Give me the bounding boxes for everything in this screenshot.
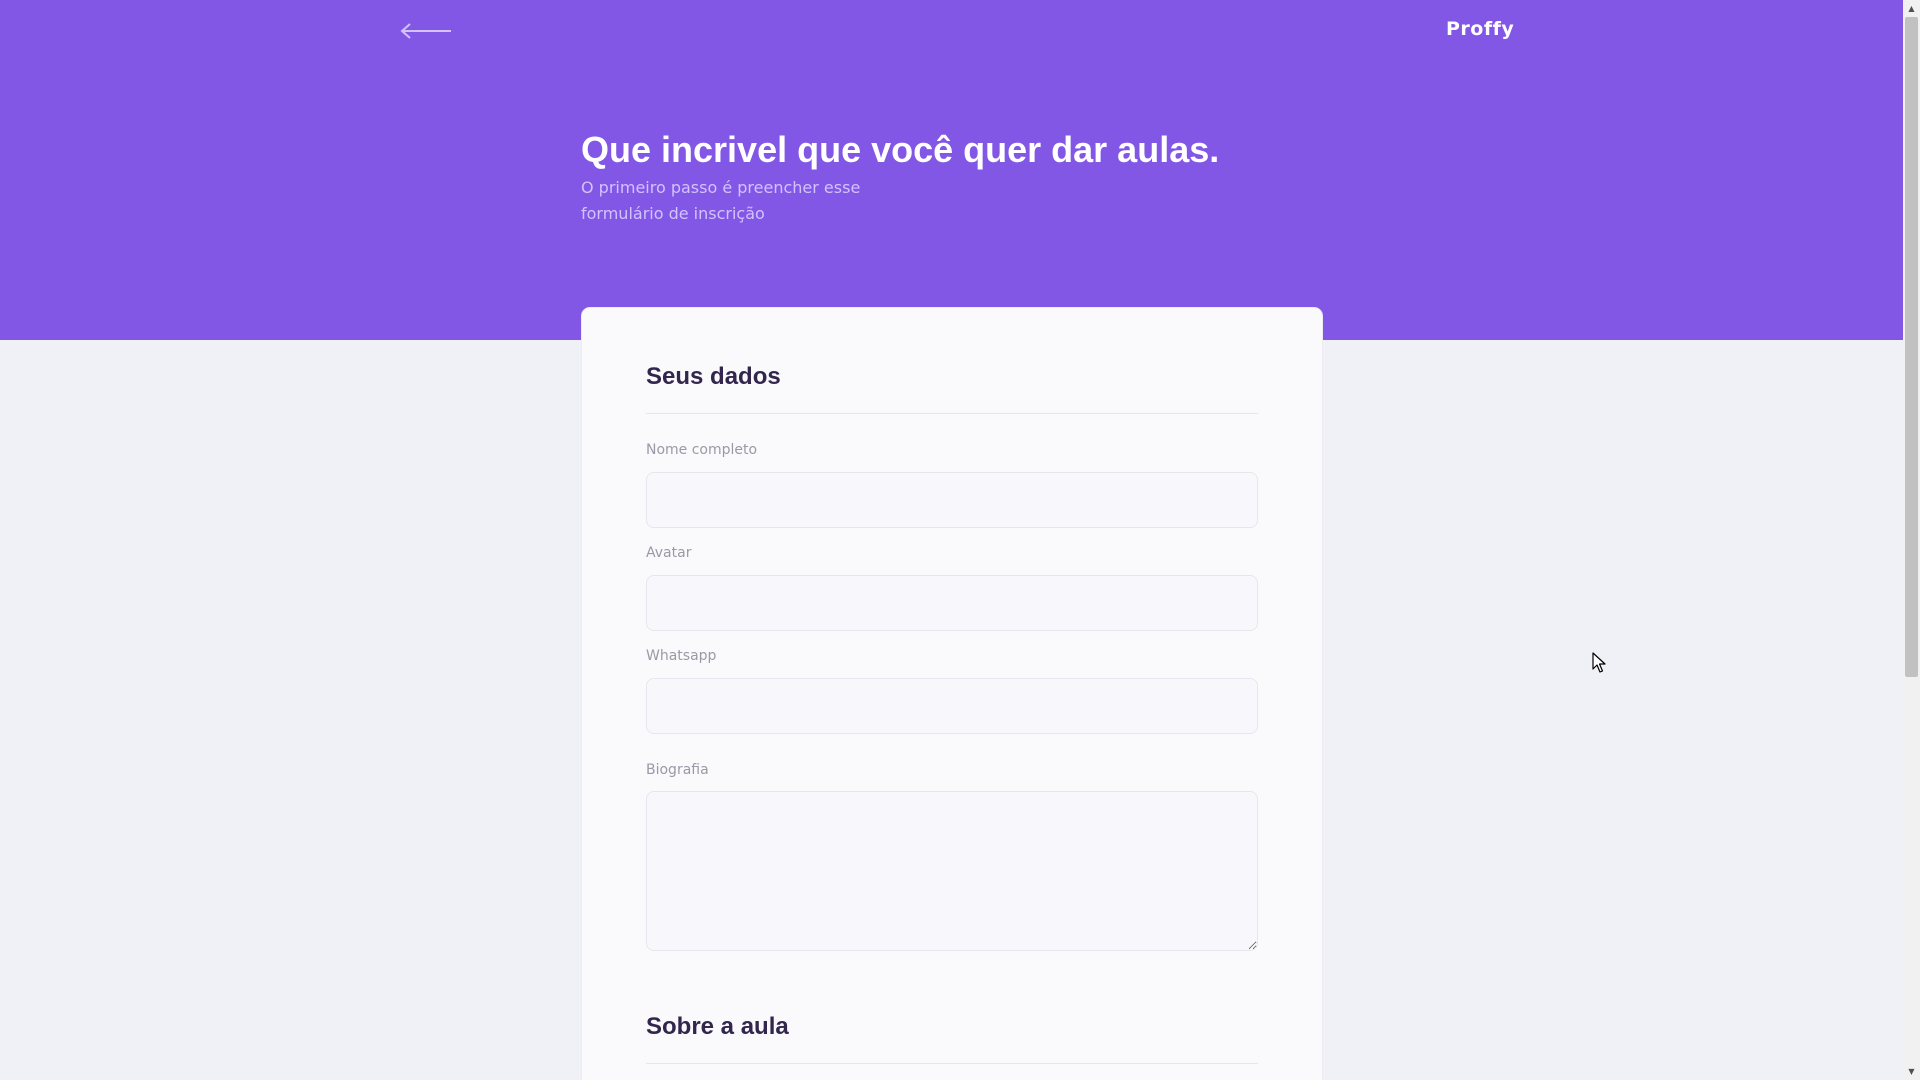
- page-header: Proffy Que incrivel que você quer dar au…: [0, 0, 1903, 340]
- whatsapp-label: Whatsapp: [646, 648, 717, 664]
- bio-label: Biografia: [646, 762, 709, 778]
- section-title-personal: Seus dados: [646, 363, 781, 390]
- logo: Proffy: [1446, 18, 1515, 40]
- scroll-down-icon[interactable]: ▼: [1903, 1063, 1920, 1080]
- back-button[interactable]: [399, 18, 453, 44]
- teacher-form: Seus dados Nome completo Avatar Whatsapp…: [582, 308, 1322, 1080]
- name-label: Nome completo: [646, 442, 758, 458]
- section-title-class: Sobre a aula: [646, 1013, 789, 1040]
- whatsapp-field[interactable]: [646, 678, 1258, 734]
- arrow-left-icon: [400, 23, 451, 39]
- bio-textarea[interactable]: [646, 791, 1258, 951]
- page: Proffy Que incrivel que você quer dar au…: [0, 0, 1920, 1080]
- avatar-label: Avatar: [646, 545, 692, 561]
- avatar-field[interactable]: [646, 575, 1258, 631]
- page-title: Que incrivel que você quer dar aulas.: [581, 129, 1220, 170]
- mouse-cursor-icon: [1592, 652, 1606, 673]
- scrollbar-thumb[interactable]: [1905, 17, 1918, 677]
- scroll-up-icon[interactable]: ▲: [1903, 0, 1920, 17]
- section-divider: [646, 1063, 1258, 1064]
- name-field[interactable]: [646, 472, 1258, 528]
- page-subtitle: O primeiro passo é preencher esse formul…: [581, 178, 861, 223]
- page-scrollbar[interactable]: ▲ ▼: [1903, 0, 1920, 1080]
- section-divider: [646, 413, 1258, 414]
